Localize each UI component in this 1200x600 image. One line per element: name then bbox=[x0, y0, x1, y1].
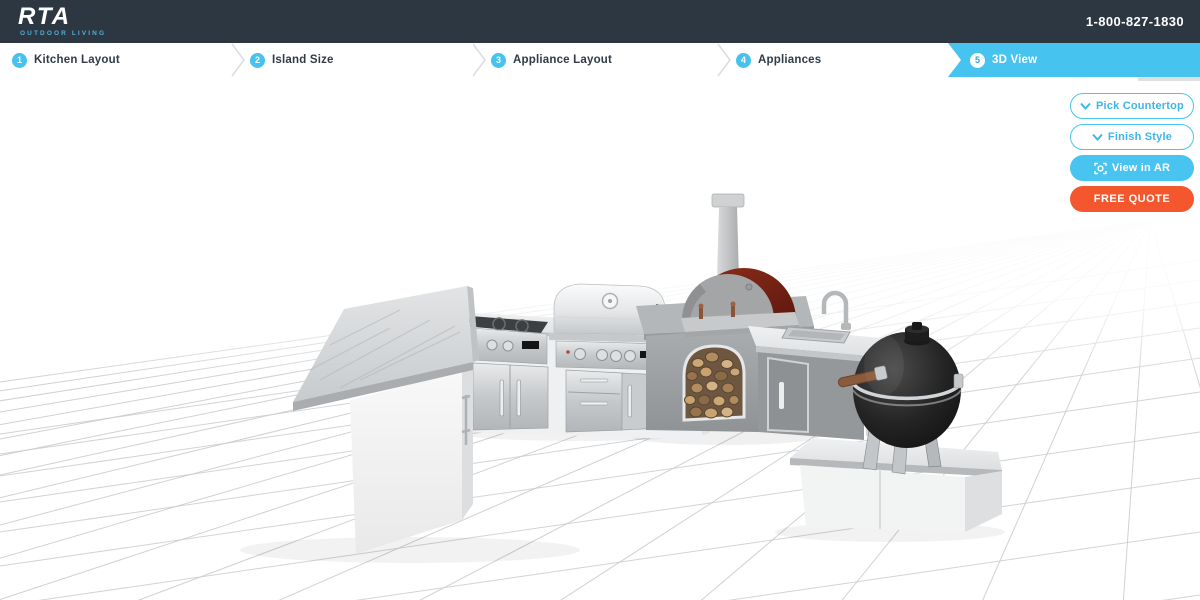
rta-logo: RTA OUTDOOR LIVING bbox=[18, 5, 106, 38]
chevron-separator-icon bbox=[471, 43, 487, 82]
step-3-label: Appliance Layout bbox=[513, 54, 612, 66]
logo-subtitle: OUTDOOR LIVING bbox=[20, 31, 106, 38]
chevron-down-icon bbox=[1080, 102, 1091, 110]
step-appliances[interactable]: 4 Appliances bbox=[724, 43, 948, 77]
step-4-label: Appliances bbox=[758, 54, 821, 66]
step-1-badge: 1 bbox=[12, 53, 27, 68]
3d-scene bbox=[0, 80, 1200, 600]
step-3d-view[interactable]: 5 3D View bbox=[948, 43, 1200, 77]
chevron-separator-icon bbox=[230, 43, 246, 82]
free-quote-button[interactable]: FREE QUOTE bbox=[1070, 186, 1194, 212]
free-quote-label: FREE QUOTE bbox=[1094, 193, 1171, 205]
view-in-ar-button[interactable]: View in AR bbox=[1070, 155, 1194, 181]
step-5-badge: 5 bbox=[970, 53, 985, 68]
viewer-actions: Pick Countertop Finish Style View in AR … bbox=[1070, 93, 1194, 212]
step-appliance-layout[interactable]: 3 Appliance Layout bbox=[479, 43, 724, 77]
step-2-badge: 2 bbox=[250, 53, 265, 68]
pick-countertop-button[interactable]: Pick Countertop bbox=[1070, 93, 1194, 119]
step-kitchen-layout[interactable]: 1 Kitchen Layout bbox=[0, 43, 238, 77]
border-end-strip bbox=[1138, 77, 1200, 81]
step-5-label: 3D View bbox=[992, 54, 1037, 66]
step-1-label: Kitchen Layout bbox=[34, 54, 120, 66]
view-in-ar-label: View in AR bbox=[1112, 162, 1170, 174]
step-3-badge: 3 bbox=[491, 53, 506, 68]
3d-viewport[interactable] bbox=[0, 80, 1200, 600]
phone-number: 1-800-827-1830 bbox=[1086, 0, 1184, 43]
rta-kitchen-configurator: RTA OUTDOOR LIVING 1-800-827-1830 1 Kitc… bbox=[0, 0, 1200, 600]
step-4-badge: 4 bbox=[736, 53, 751, 68]
top-header: RTA OUTDOOR LIVING 1-800-827-1830 bbox=[0, 0, 1200, 43]
chevron-down-icon bbox=[1092, 133, 1103, 141]
wood-storage-arch bbox=[684, 346, 744, 420]
logo-title: RTA bbox=[18, 5, 106, 29]
finish-style-label: Finish Style bbox=[1108, 131, 1172, 143]
white-arrow-separator bbox=[948, 43, 961, 77]
step-island-size[interactable]: 2 Island Size bbox=[238, 43, 479, 77]
step-progress-bar: 1 Kitchen Layout 2 Island Size 3 Applian… bbox=[0, 43, 1200, 77]
pick-countertop-label: Pick Countertop bbox=[1096, 100, 1184, 112]
ar-cube-icon bbox=[1094, 162, 1107, 175]
finish-style-button[interactable]: Finish Style bbox=[1070, 124, 1194, 150]
chevron-separator-icon bbox=[716, 43, 732, 82]
step-2-label: Island Size bbox=[272, 54, 334, 66]
